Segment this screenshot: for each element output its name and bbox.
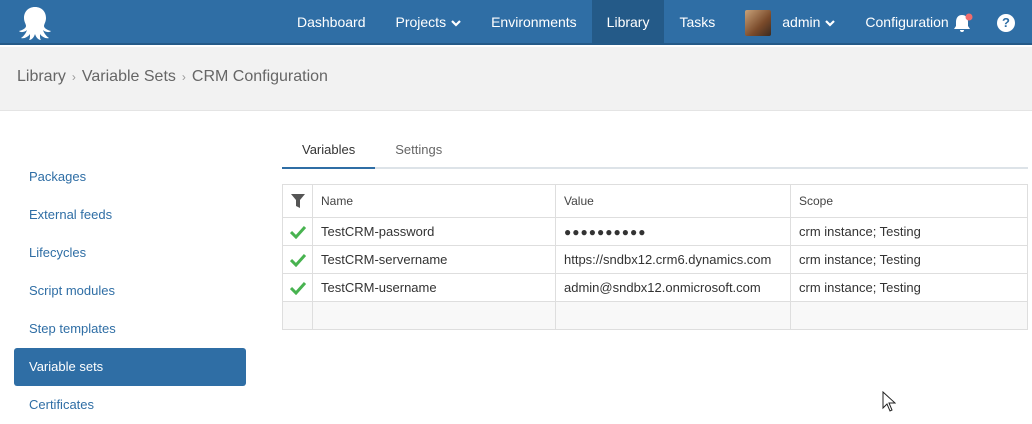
nav-label: Configuration <box>865 14 949 30</box>
variable-name[interactable]: TestCRM-username <box>312 273 556 302</box>
filter-header[interactable] <box>282 184 313 218</box>
sidebar-item-external-feeds[interactable]: External feeds <box>14 196 246 234</box>
sidebar-item-script-modules[interactable]: Script modules <box>14 272 246 310</box>
table-row[interactable]: TestCRM-servername https://sndbx12.crm6.… <box>282 245 1028 274</box>
library-sidebar: Packages External feeds Lifecycles Scrip… <box>14 158 246 424</box>
breadcrumb-variable-sets[interactable]: Variable Sets <box>82 68 176 86</box>
nav-library[interactable]: Library <box>591 0 665 45</box>
variable-value[interactable]: admin@sndbx12.onmicrosoft.com <box>555 273 791 302</box>
tab-variables[interactable]: Variables <box>282 135 376 169</box>
chevron-right-icon: › <box>71 70 76 84</box>
help-icon[interactable]: ? <box>997 14 1015 32</box>
nav-label: Dashboard <box>297 14 366 30</box>
chevron-down-icon <box>451 19 461 27</box>
variables-table: Name Value Scope TestCRM-password ●●●●●●… <box>282 184 1028 330</box>
chevron-down-icon <box>825 19 836 27</box>
sidebar-item-certificates[interactable]: Certificates <box>14 386 246 424</box>
nav-tasks[interactable]: Tasks <box>664 0 730 45</box>
sidebar-item-packages[interactable]: Packages <box>14 158 246 196</box>
nav-label: Projects <box>395 14 447 30</box>
nav-environments[interactable]: Environments <box>476 0 592 45</box>
breadcrumb-library[interactable]: Library <box>17 68 66 86</box>
column-header-value[interactable]: Value <box>555 184 791 218</box>
top-navigation-bar: Dashboard Projects Environments Library … <box>0 0 1032 45</box>
breadcrumb: Library › Variable Sets › CRM Configurat… <box>17 68 328 86</box>
sidebar-item-variable-sets[interactable]: Variable sets <box>14 348 246 386</box>
mouse-cursor-icon <box>882 391 896 412</box>
breadcrumb-bar: Library › Variable Sets › CRM Configurat… <box>0 47 1032 111</box>
variable-scope[interactable]: crm instance; Testing <box>790 273 1028 302</box>
column-header-scope[interactable]: Scope <box>790 184 1028 218</box>
bell-icon[interactable] <box>952 12 974 34</box>
nav-label: Environments <box>491 14 577 30</box>
avatar <box>745 9 772 36</box>
table-row[interactable]: TestCRM-password ●●●●●●●●●● crm instance… <box>282 217 1028 246</box>
variable-scope[interactable]: crm instance; Testing <box>790 217 1028 246</box>
new-variable-value-cell[interactable] <box>555 301 791 330</box>
main-nav: Dashboard Projects Environments Library … <box>282 0 964 45</box>
user-name: admin <box>782 14 821 30</box>
nav-dashboard[interactable]: Dashboard <box>282 0 381 45</box>
octopus-logo-icon[interactable] <box>16 5 54 41</box>
sidebar-item-lifecycles[interactable]: Lifecycles <box>14 234 246 272</box>
tab-bar: Variables Settings <box>282 135 1028 169</box>
new-variable-row[interactable] <box>282 301 1028 330</box>
variable-value[interactable]: ●●●●●●●●●● <box>555 217 791 246</box>
check-icon <box>289 281 306 295</box>
new-variable-name-cell[interactable] <box>312 301 556 330</box>
variable-value[interactable]: https://sndbx12.crm6.dynamics.com <box>555 245 791 274</box>
nav-label: Tasks <box>679 14 716 30</box>
nav-projects[interactable]: Projects <box>381 0 477 45</box>
page-title: CRM Configuration <box>191 68 328 85</box>
tab-settings[interactable]: Settings <box>375 135 462 169</box>
sidebar-item-step-templates[interactable]: Step templates <box>14 310 246 348</box>
variable-name[interactable]: TestCRM-servername <box>312 245 556 274</box>
new-variable-scope-cell[interactable] <box>790 301 1028 330</box>
check-icon <box>289 225 306 239</box>
table-header-row: Name Value Scope <box>282 184 1028 218</box>
user-menu[interactable]: admin <box>730 0 850 45</box>
nav-label: Library <box>606 14 650 30</box>
variable-scope[interactable]: crm instance; Testing <box>790 245 1028 274</box>
check-icon <box>289 253 306 267</box>
nav-configuration[interactable]: Configuration <box>850 0 963 45</box>
chevron-right-icon: › <box>181 70 186 84</box>
variable-name[interactable]: TestCRM-password <box>312 217 556 246</box>
filter-icon[interactable] <box>290 193 305 209</box>
table-row[interactable]: TestCRM-username admin@sndbx12.onmicroso… <box>282 273 1028 302</box>
column-header-name[interactable]: Name <box>312 184 556 218</box>
